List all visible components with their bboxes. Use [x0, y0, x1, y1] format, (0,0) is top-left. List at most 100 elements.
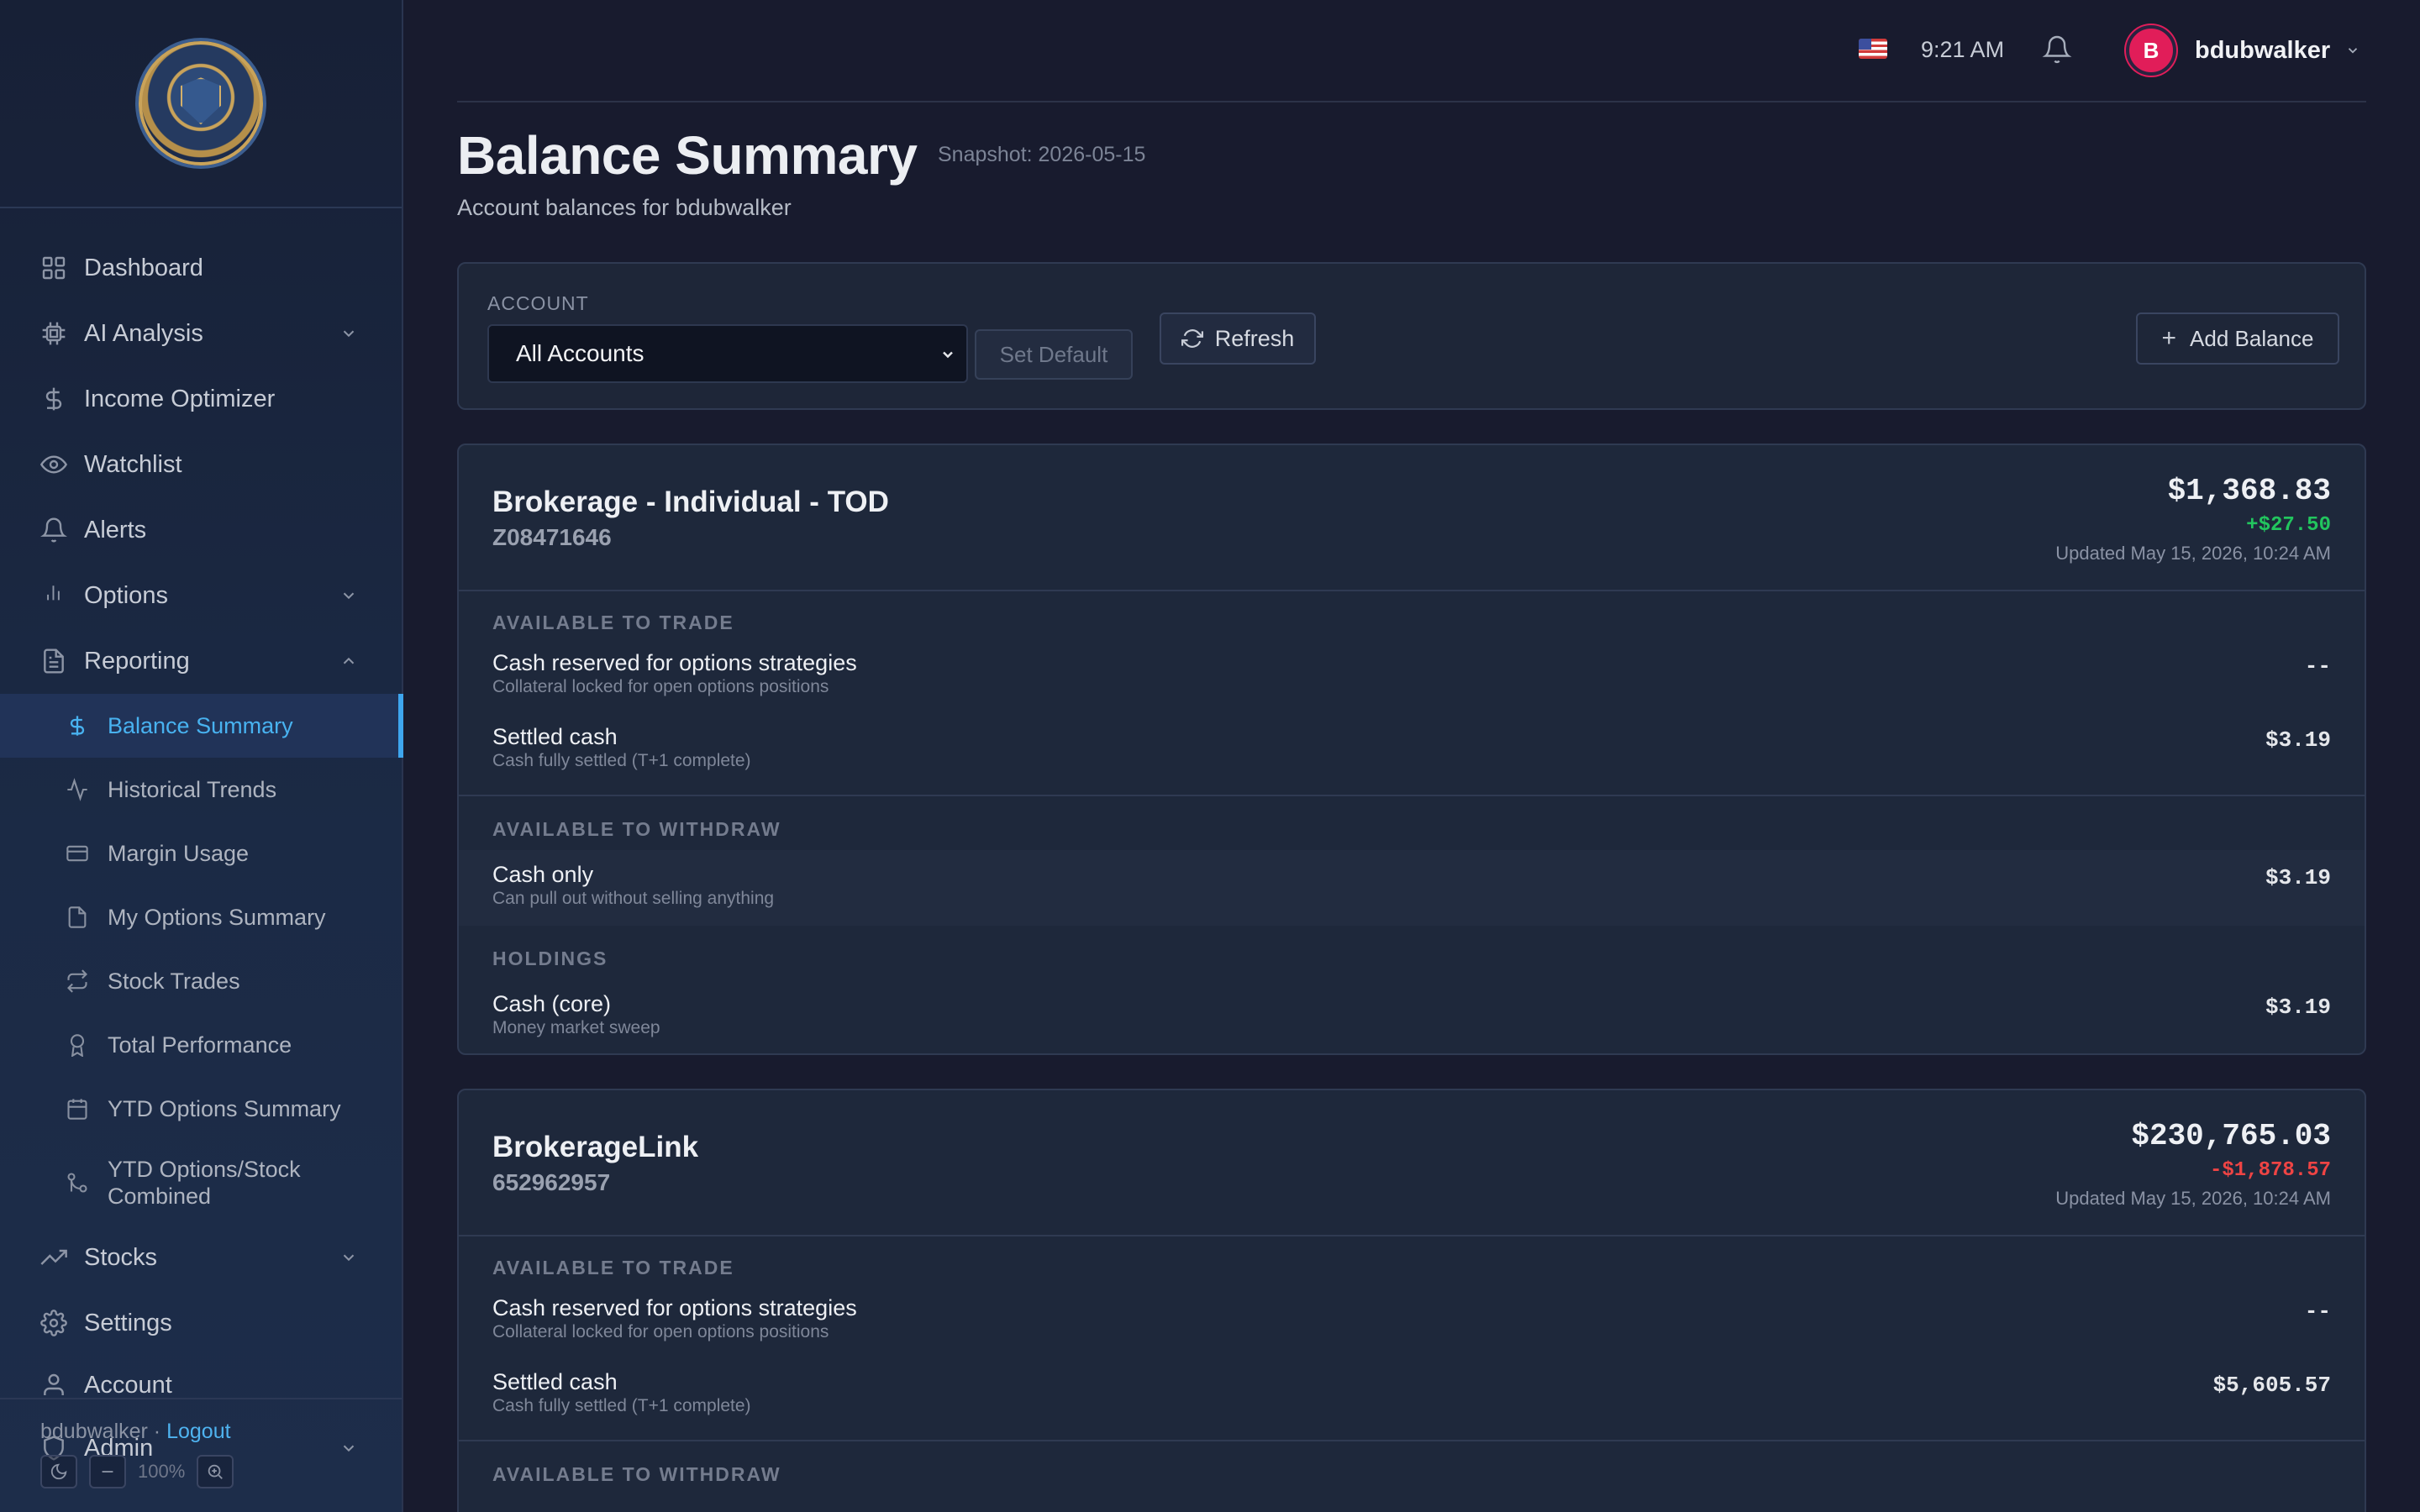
- row-label: Settled cash: [492, 724, 618, 749]
- account-change: -$1,878.57: [2209, 1159, 2331, 1182]
- chevron-down-icon: [939, 346, 956, 363]
- row-description: Collateral locked for open options posit…: [492, 1322, 829, 1341]
- row-value: $5,605.57: [2212, 1373, 2331, 1398]
- nav-item-reporting[interactable]: Reporting: [0, 628, 402, 694]
- account-total: $230,765.03: [2131, 1119, 2331, 1153]
- account-card-header: BrokerageLink 652962957 $230,765.03 -$1,…: [459, 1090, 2365, 1236]
- account-card: Brokerage - Individual - TOD Z08471646 $…: [457, 444, 2366, 1055]
- nav-item-watchlist[interactable]: Watchlist: [0, 432, 402, 497]
- nav-label: Alerts: [84, 516, 147, 543]
- sidebar: Dashboard AI Analysis Income Optimizer W…: [0, 0, 403, 1512]
- account-number: 652962957: [492, 1169, 611, 1195]
- row-value: --: [2304, 1299, 2331, 1324]
- sidebar-item-ytd-options-summary[interactable]: YTD Options Summary: [0, 1077, 402, 1141]
- moon-icon: [50, 1462, 68, 1481]
- account-select-value: All Accounts: [516, 340, 644, 366]
- nav-label: Watchlist: [84, 450, 182, 478]
- swap-icon: [66, 969, 89, 993]
- nav-item-options[interactable]: Options: [0, 563, 402, 628]
- balance-row: Cash (core) Money market sweep $3.19: [459, 984, 2365, 1047]
- balance-section: AVAILABLE TO WITHDRAW: [459, 1441, 2365, 1512]
- add-balance-label: Add Balance: [2190, 325, 2314, 351]
- balance-row: Cash reserved for options strategies Col…: [459, 1295, 2365, 1369]
- user-menu[interactable]: B bdubwalker: [2126, 25, 2360, 76]
- sub-label: Total Performance: [108, 1032, 292, 1058]
- plus-icon: +: [2161, 324, 2177, 352]
- sub-label: YTD Options Summary: [108, 1095, 341, 1121]
- dollar-icon: [40, 386, 67, 412]
- file-icon: [66, 906, 89, 929]
- nav-item-ai-analysis[interactable]: AI Analysis: [0, 301, 402, 366]
- sidebar-item-margin-usage[interactable]: Margin Usage: [0, 822, 402, 885]
- chevron-up-icon: [339, 652, 358, 670]
- user-icon: [40, 1372, 67, 1399]
- minus-icon: [98, 1462, 117, 1481]
- row-label: Cash (core): [492, 991, 612, 1016]
- row-value: --: [2304, 654, 2331, 679]
- balance-row: Settled cash Cash fully settled (T+1 com…: [459, 1369, 2365, 1431]
- sidebar-item-ytd-options-stock-combined[interactable]: YTD Options/Stock Combined: [0, 1141, 402, 1225]
- set-default-button[interactable]: Set Default: [975, 329, 1133, 380]
- account-total: $1,368.83: [2167, 474, 2331, 508]
- app-logo[interactable]: [139, 41, 263, 165]
- section-title: AVAILABLE TO TRADE: [492, 1257, 734, 1278]
- sidebar-item-historical-trends[interactable]: Historical Trends: [0, 758, 402, 822]
- notifications-bell-icon[interactable]: [2042, 34, 2072, 66]
- nav-item-alerts[interactable]: Alerts: [0, 497, 402, 563]
- chevron-down-icon: [339, 586, 358, 605]
- calendar-icon: [66, 1097, 89, 1121]
- top-bar: 9:21 AM B bdubwalker: [457, 0, 2366, 102]
- row-label: Cash only: [492, 862, 594, 887]
- balance-section: HOLDINGS Cash (core) Money market sweep …: [459, 926, 2365, 1052]
- add-balance-button[interactable]: + Add Balance: [2136, 312, 2339, 365]
- row-value: $3.19: [2265, 995, 2331, 1020]
- row-label: Cash reserved for options strategies: [492, 650, 857, 675]
- zoom-out-button[interactable]: [89, 1455, 126, 1488]
- activity-icon: [66, 778, 89, 801]
- zoom-in-icon: [206, 1462, 224, 1481]
- account-card-header: Brokerage - Individual - TOD Z08471646 $…: [459, 445, 2365, 591]
- sub-label: Margin Usage: [108, 840, 250, 866]
- dollar-icon: [66, 714, 89, 738]
- eye-icon: [40, 451, 67, 478]
- award-icon: [66, 1033, 89, 1057]
- nav-item-settings[interactable]: Settings: [0, 1290, 402, 1356]
- account-change: +$27.50: [2246, 514, 2331, 537]
- section-title: AVAILABLE TO TRADE: [492, 612, 734, 633]
- row-description: Cash fully settled (T+1 complete): [492, 1396, 751, 1415]
- nav-item-stocks[interactable]: Stocks: [0, 1225, 402, 1290]
- grid-icon: [40, 255, 67, 281]
- main-nav: Dashboard AI Analysis Income Optimizer W…: [0, 235, 403, 1482]
- zoom-in-button[interactable]: [197, 1455, 234, 1488]
- nav-label: Account: [84, 1371, 172, 1399]
- balance-section: AVAILABLE TO TRADE Cash reserved for opt…: [459, 591, 2365, 796]
- bell-icon: [40, 517, 67, 543]
- us-flag-icon[interactable]: [1859, 39, 1887, 59]
- nav-item-income-optimizer[interactable]: Income Optimizer: [0, 366, 402, 432]
- section-title: AVAILABLE TO WITHDRAW: [492, 1463, 781, 1485]
- chevron-down-icon: [339, 1248, 358, 1267]
- logout-link[interactable]: Logout: [166, 1420, 230, 1443]
- row-label: Cash reserved for options strategies: [492, 1295, 857, 1320]
- nav-label: Dashboard: [84, 254, 203, 281]
- row-description: Money market sweep: [492, 1018, 660, 1037]
- sidebar-item-total-performance[interactable]: Total Performance: [0, 1013, 402, 1077]
- account-select[interactable]: All Accounts: [487, 324, 968, 383]
- theme-toggle-button[interactable]: [40, 1455, 77, 1488]
- refresh-button[interactable]: Refresh: [1160, 312, 1316, 365]
- section-title: HOLDINGS: [492, 948, 608, 969]
- chevron-down-icon: [2345, 43, 2360, 58]
- nav-label: AI Analysis: [84, 319, 203, 347]
- page-subtitle: Account balances for bdubwalker: [457, 195, 792, 220]
- sub-label: YTD Options/Stock Combined: [108, 1157, 301, 1209]
- sidebar-item-stock-trades[interactable]: Stock Trades: [0, 949, 402, 1013]
- avatar: B: [2126, 25, 2176, 76]
- row-description: Collateral locked for open options posit…: [492, 677, 829, 696]
- footer-username: bdubwalker ·: [40, 1420, 161, 1443]
- refresh-label: Refresh: [1214, 325, 1295, 351]
- sidebar-item-balance-summary[interactable]: Balance Summary: [0, 694, 403, 758]
- clock: 9:21 AM: [1921, 37, 2005, 62]
- sidebar-item-my-options-summary[interactable]: My Options Summary: [0, 885, 402, 949]
- nav-label: Stocks: [84, 1243, 158, 1271]
- nav-item-dashboard[interactable]: Dashboard: [0, 235, 402, 301]
